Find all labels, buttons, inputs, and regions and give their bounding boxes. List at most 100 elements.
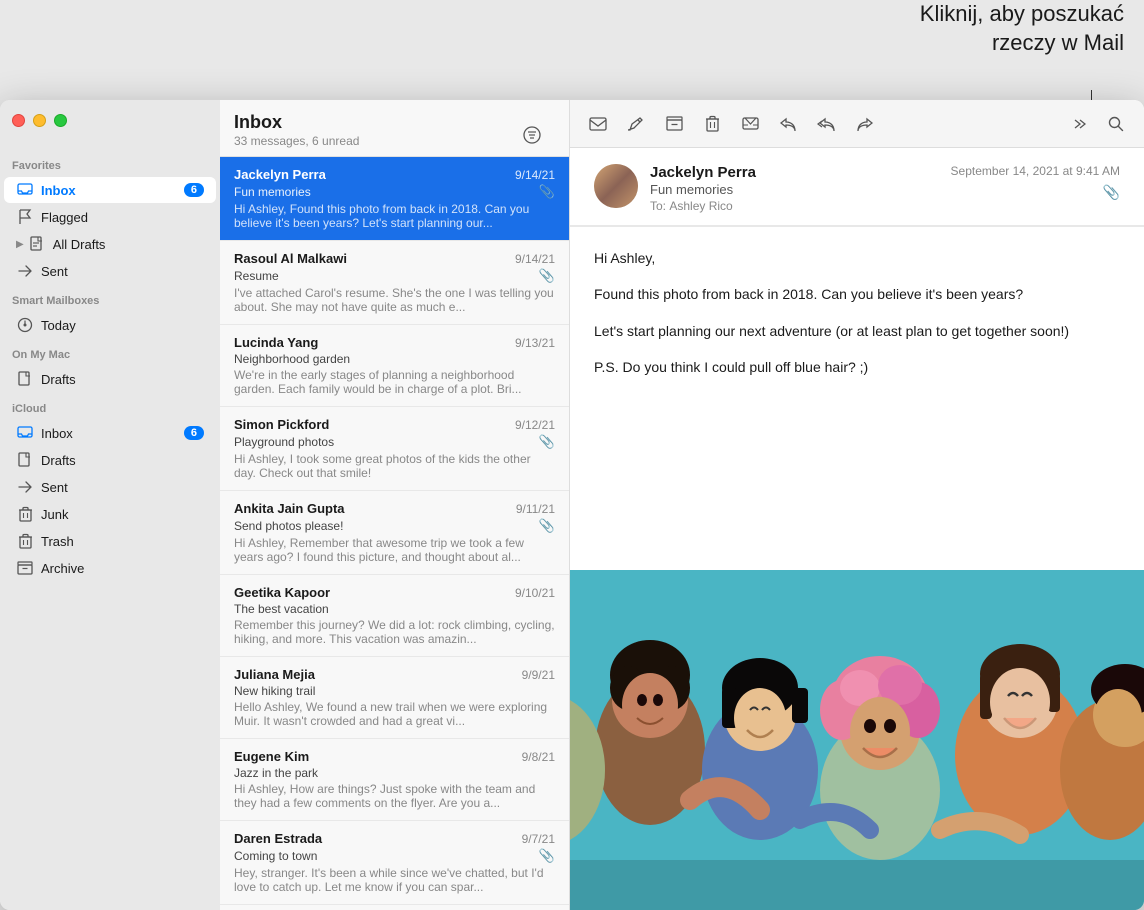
- sidebar-item-icloud-trash[interactable]: Trash: [4, 528, 216, 554]
- msg-subject: Jazz in the park: [234, 766, 555, 780]
- msg-subject: New hiking trail: [234, 684, 555, 698]
- sidebar-icloud-drafts-label: Drafts: [41, 453, 204, 468]
- msg-date: 9/12/21: [515, 418, 555, 432]
- forward-button[interactable]: [848, 108, 880, 140]
- msg-date: 9/13/21: [515, 336, 555, 350]
- more-button[interactable]: [1062, 108, 1094, 140]
- sidebar-item-icloud-sent[interactable]: Sent: [4, 474, 216, 500]
- msg-sender: Lucinda Yang: [234, 335, 507, 350]
- msg-preview: Hey, stranger. It's been a while since w…: [234, 866, 555, 894]
- msg-date: 9/14/21: [515, 252, 555, 266]
- sidebar-icloud-inbox-label: Inbox: [41, 426, 184, 441]
- attachment-icon: 📎: [539, 434, 555, 450]
- msg-preview: Remember this journey? We did a lot: roc…: [234, 618, 555, 646]
- minimize-button[interactable]: [33, 114, 46, 127]
- inbox-subtitle: 33 messages, 6 unread: [234, 134, 359, 148]
- msg-preview: Hi Ashley, How are things? Just spoke wi…: [234, 782, 555, 810]
- msg-sender: Rasoul Al Malkawi: [234, 251, 507, 266]
- msg-preview: Hi Ashley, Remember that awesome trip we…: [234, 536, 555, 564]
- sidebar-flagged-label: Flagged: [41, 210, 204, 225]
- main-window: Favorites Inbox 6 Flagged ▶ All Drafts: [0, 100, 1144, 910]
- message-item[interactable]: Geetika Kapoor 9/10/21 The best vacation…: [220, 575, 569, 657]
- email-subject: Fun memories: [650, 182, 939, 197]
- search-button[interactable]: [1100, 108, 1132, 140]
- msg-date: 9/10/21: [515, 586, 555, 600]
- favorites-label: Favorites: [0, 150, 220, 176]
- sidebar-icloud-junk-label: Junk: [41, 507, 204, 522]
- today-icon: [16, 316, 34, 334]
- sidebar-item-icloud-junk[interactable]: Junk: [4, 501, 216, 527]
- filter-button[interactable]: [523, 126, 541, 149]
- reply-all-button[interactable]: [810, 108, 842, 140]
- body-line1: Found this photo from back in 2018. Can …: [594, 283, 1120, 305]
- icloud-inbox-icon: [16, 424, 34, 442]
- sidebar-item-sent[interactable]: Sent: [4, 258, 216, 284]
- maximize-button[interactable]: [54, 114, 67, 127]
- trash-button[interactable]: [696, 108, 728, 140]
- message-item[interactable]: Lucinda Yang 9/13/21 Neighborhood garden…: [220, 325, 569, 407]
- email-header: Jackelyn Perra Fun memories To: Ashley R…: [570, 148, 1144, 226]
- icloud-junk-icon: [16, 505, 34, 523]
- sidebar-item-today[interactable]: Today: [4, 312, 216, 338]
- attachment-icon: 📎: [539, 848, 555, 864]
- sidebar-item-icloud-drafts[interactable]: Drafts: [4, 447, 216, 473]
- icloud-inbox-badge: 6: [184, 426, 204, 440]
- junk-button[interactable]: [734, 108, 766, 140]
- msg-date: 9/11/21: [516, 502, 555, 516]
- sidebar-item-drafts-local[interactable]: Drafts: [4, 366, 216, 392]
- sidebar-item-flagged[interactable]: Flagged: [4, 204, 216, 230]
- message-item[interactable]: Jackelyn Perra 9/14/21 Fun memories 📎 Hi…: [220, 157, 569, 241]
- msg-subject: Neighborhood garden: [234, 352, 555, 366]
- msg-sender: Jackelyn Perra: [234, 167, 507, 182]
- sidebar-icloud-archive-label: Archive: [41, 561, 204, 576]
- inbox-title: Inbox: [234, 112, 359, 133]
- msg-subject: Fun memories 📎: [234, 184, 555, 200]
- on-my-mac-label: On My Mac: [0, 339, 220, 365]
- msg-sender: Simon Pickford: [234, 417, 507, 432]
- new-message-button[interactable]: [582, 108, 614, 140]
- sidebar-item-icloud-inbox[interactable]: Inbox 6: [4, 420, 216, 446]
- message-item[interactable]: Eugene Kim 9/8/21 Jazz in the park Hi As…: [220, 739, 569, 821]
- sidebar-item-all-drafts[interactable]: ▶ All Drafts: [4, 231, 216, 257]
- sidebar-today-label: Today: [41, 318, 204, 333]
- message-list-scroll[interactable]: Jackelyn Perra 9/14/21 Fun memories 📎 Hi…: [220, 157, 569, 910]
- message-list-header: Inbox 33 messages, 6 unread: [220, 100, 569, 157]
- msg-subject: The best vacation: [234, 602, 555, 616]
- sent-icon: [16, 262, 34, 280]
- message-item[interactable]: Ankita Jain Gupta 9/11/21 Send photos pl…: [220, 491, 569, 575]
- archive-button[interactable]: [658, 108, 690, 140]
- compose-button[interactable]: [620, 108, 652, 140]
- sidebar-icloud-sent-label: Sent: [41, 480, 204, 495]
- email-meta: Jackelyn Perra Fun memories To: Ashley R…: [650, 164, 939, 213]
- message-item[interactable]: Rasoul Al Malkawi 9/14/21 Resume 📎 I've …: [220, 241, 569, 325]
- message-item[interactable]: Simon Pickford 9/12/21 Playground photos…: [220, 407, 569, 491]
- icloud-archive-icon: [16, 559, 34, 577]
- close-button[interactable]: [12, 114, 25, 127]
- sidebar-alldrafts-label: All Drafts: [53, 237, 204, 252]
- email-from-name: Jackelyn Perra: [650, 164, 939, 181]
- sidebar-item-inbox[interactable]: Inbox 6: [4, 177, 216, 203]
- reply-button[interactable]: [772, 108, 804, 140]
- icloud-label: iCloud: [0, 393, 220, 419]
- msg-sender: Ankita Jain Gupta: [234, 501, 508, 516]
- msg-preview: Hi Ashley, I took some great photos of t…: [234, 452, 555, 480]
- smart-mailboxes-label: Smart Mailboxes: [0, 285, 220, 311]
- msg-preview: Hi Ashley, Found this photo from back in…: [234, 202, 555, 230]
- msg-subject: Resume 📎: [234, 268, 555, 284]
- attachment-icon: 📎: [539, 184, 555, 200]
- body-line3: P.S. Do you think I could pull off blue …: [594, 356, 1120, 378]
- msg-subject: Playground photos 📎: [234, 434, 555, 450]
- message-item[interactable]: Daren Estrada 9/7/21 Coming to town 📎 He…: [220, 821, 569, 905]
- email-to: To: Ashley Rico: [650, 199, 939, 213]
- sidebar-drafts-local-label: Drafts: [41, 372, 204, 387]
- msg-subject: Coming to town 📎: [234, 848, 555, 864]
- email-date: September 14, 2021 at 9:41 AM: [951, 164, 1120, 178]
- disclosure-icon: ▶: [16, 239, 24, 250]
- sidebar-item-icloud-archive[interactable]: Archive: [4, 555, 216, 581]
- msg-sender: Juliana Mejia: [234, 667, 514, 682]
- message-item[interactable]: Juliana Mejia 9/9/21 New hiking trail He…: [220, 657, 569, 739]
- flag-icon: [16, 208, 34, 226]
- msg-sender: Geetika Kapoor: [234, 585, 507, 600]
- msg-date: 9/7/21: [522, 832, 555, 846]
- attachment-icon: 📎: [1103, 184, 1120, 201]
